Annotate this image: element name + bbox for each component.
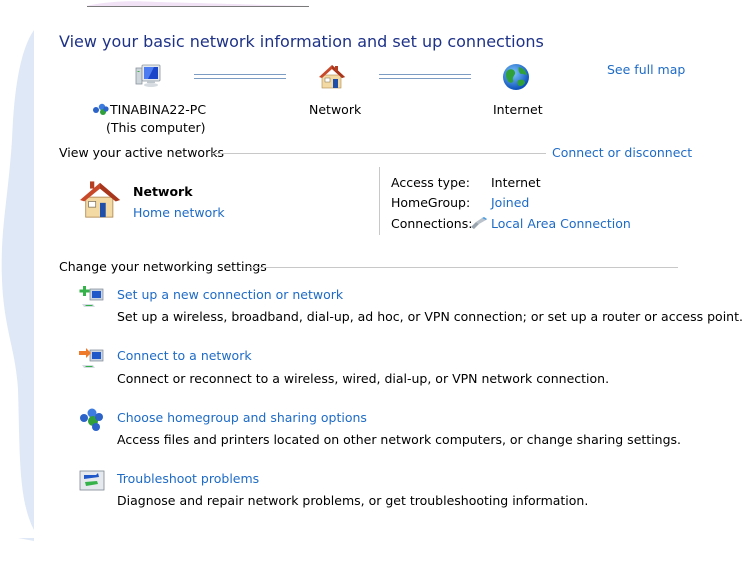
homegroup-sharing-desc: Access files and printers located on oth…: [117, 432, 682, 447]
task-homegroup-sharing[interactable]: [79, 406, 105, 435]
homegroup-icon: [80, 408, 103, 431]
connect-to-network-link[interactable]: Connect to a network: [117, 348, 252, 363]
setup-new-connection-link[interactable]: Set up a new connection or network: [117, 287, 343, 302]
internet-label: Internet: [493, 102, 543, 117]
see-full-map-link[interactable]: See full map: [607, 62, 685, 77]
troubleshoot-link[interactable]: Troubleshoot problems: [117, 471, 259, 486]
task-connect-network[interactable]: [79, 345, 105, 374]
task-setup-new-connection[interactable]: [79, 284, 105, 313]
access-type-value: Internet: [491, 175, 541, 190]
top-decoration: [86, 1, 310, 6]
homegroup-sharing-link[interactable]: Choose homegroup and sharing options: [117, 410, 367, 425]
house-icon: [319, 65, 345, 89]
network-label: Network: [309, 102, 362, 117]
section-separator: [212, 153, 546, 154]
computer-name: TINABINA22-PC: [92, 102, 206, 117]
computer-subtitle: (This computer): [106, 120, 206, 135]
access-type-label: Access type:: [391, 175, 470, 190]
ethernet-icon: [471, 217, 487, 229]
page-title: View your basic network information and …: [59, 32, 544, 51]
network-type-link[interactable]: Home network: [133, 205, 225, 220]
vertical-separator: [379, 167, 380, 235]
top-divider: [87, 6, 309, 7]
map-connection-line: [194, 74, 286, 79]
homegroup-joined-link[interactable]: Joined: [491, 195, 529, 210]
homegroup-small-icon: [93, 103, 109, 115]
internet-map-node[interactable]: [501, 62, 531, 95]
new-connection-icon: [79, 286, 104, 307]
computer-icon: [135, 64, 161, 87]
active-network-icon-wrap: [78, 180, 122, 223]
local-area-connection-link[interactable]: Local Area Connection: [491, 216, 631, 231]
map-connection-line: [379, 74, 471, 79]
connect-or-disconnect-link[interactable]: Connect or disconnect: [552, 145, 692, 160]
troubleshoot-icon: [79, 470, 105, 491]
setup-new-connection-desc: Set up a wireless, broadband, dial-up, a…: [117, 309, 743, 324]
computer-map-node[interactable]: [134, 62, 164, 95]
homegroup-label: HomeGroup:: [391, 195, 471, 210]
task-troubleshoot[interactable]: [79, 468, 105, 497]
active-network-name: Network: [133, 184, 193, 199]
section-separator: [249, 267, 678, 268]
change-settings-heading: Change your networking settings: [59, 259, 267, 274]
network-map-node[interactable]: [317, 62, 347, 95]
connections-label: Connections:: [391, 216, 473, 231]
active-networks-heading: View your active networks: [59, 145, 224, 160]
left-decoration: [1, 30, 34, 541]
troubleshoot-desc: Diagnose and repair network problems, or…: [117, 493, 589, 508]
connect-to-network-desc: Connect or reconnect to a wireless, wire…: [117, 371, 610, 386]
globe-icon: [503, 64, 529, 90]
connect-network-icon: [79, 348, 104, 368]
house-icon: [80, 181, 120, 218]
